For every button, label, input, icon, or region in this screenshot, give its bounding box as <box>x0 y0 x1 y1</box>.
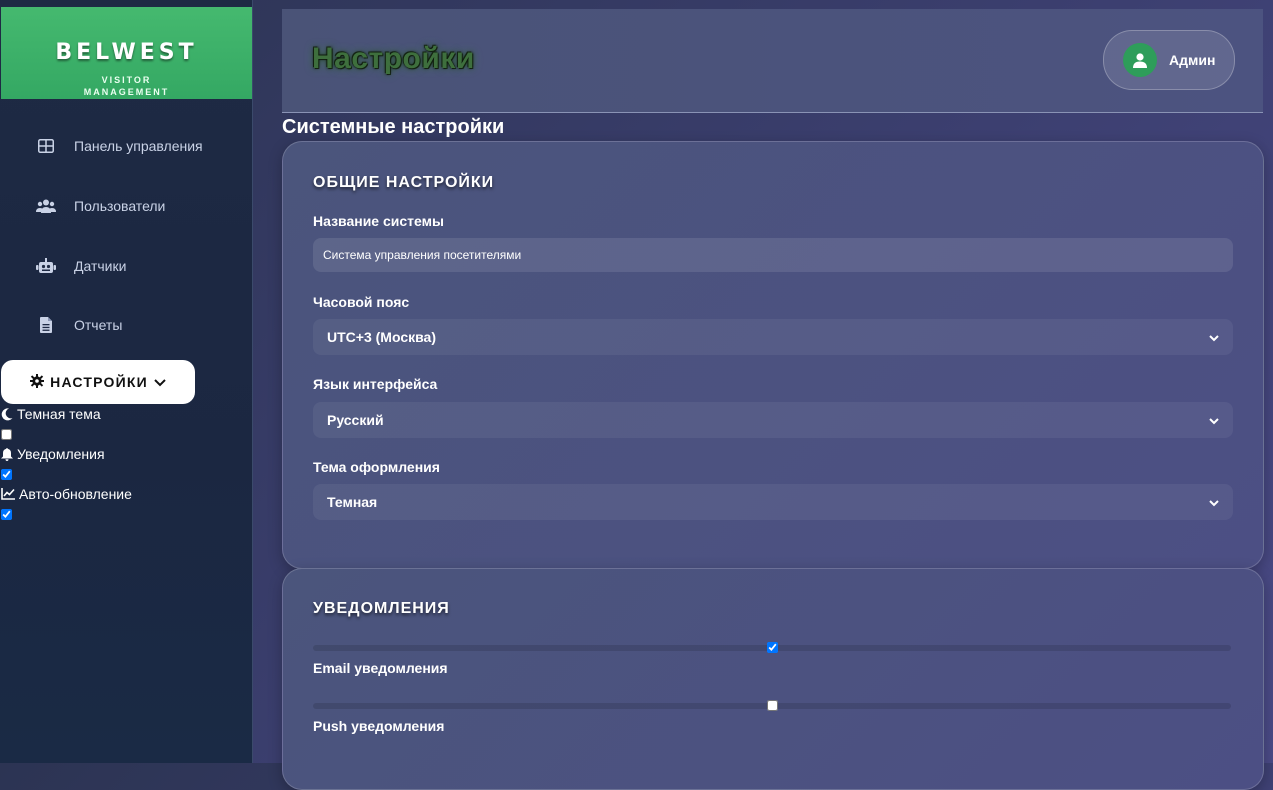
settings-label: НАСТРОЙКИ <box>50 374 148 390</box>
option-label: Авто-обновление <box>19 486 132 502</box>
timezone-value: UTC+3 (Москва) <box>327 329 436 345</box>
chevron-down-icon <box>154 374 166 390</box>
sidebar-item-label: Датчики <box>74 258 127 274</box>
brand-subtitle-1: VISITOR <box>101 75 152 85</box>
auto-refresh-checkbox[interactable] <box>1 509 12 520</box>
bell-icon <box>1 447 13 461</box>
chevron-down-icon <box>1209 329 1219 345</box>
option-dark-theme: Темная тема <box>1 406 101 422</box>
chart-line-icon <box>1 488 15 500</box>
sidebar-item-label: Отчеты <box>74 317 123 333</box>
user-menu[interactable]: Админ <box>1103 30 1235 90</box>
notifications-card: УВЕДОМЛЕНИЯ Email уведомления Push уведо… <box>282 568 1264 790</box>
gear-icon <box>30 373 45 391</box>
theme-select[interactable]: Темная <box>313 484 1233 520</box>
user-icon <box>1133 52 1147 68</box>
timezone-select[interactable]: UTC+3 (Москва) <box>313 319 1233 355</box>
option-notifications: Уведомления <box>1 446 105 462</box>
brand-title: BELWEST <box>55 40 198 65</box>
brand-logo[interactable]: BELWEST VISITOR MANAGEMENT <box>1 7 252 99</box>
theme-value: Темная <box>327 494 378 510</box>
brand-subtitle-2: MANAGEMENT <box>83 87 170 97</box>
card-title: УВЕДОМЛЕНИЯ <box>313 600 450 617</box>
option-label: Уведомления <box>17 446 105 462</box>
sidebar-item-users[interactable]: Пользователи <box>36 194 165 218</box>
page-title: Настройки <box>312 42 475 75</box>
page-header: Настройки Админ <box>282 9 1263 113</box>
language-value: Русский <box>327 412 384 428</box>
general-settings-card: ОБЩИЕ НАСТРОЙКИ Название системы Часовой… <box>282 141 1264 569</box>
timezone-label: Часовой пояс <box>313 294 410 310</box>
sidebar-item-sensors[interactable]: Датчики <box>36 254 126 278</box>
document-icon <box>36 317 56 333</box>
language-label: Язык интерфейса <box>313 376 438 392</box>
option-label: Темная тема <box>17 406 101 422</box>
email-notifications-checkbox[interactable] <box>767 642 778 653</box>
system-name-input[interactable] <box>313 238 1233 272</box>
settings-dropdown-button[interactable]: НАСТРОЙКИ <box>1 360 195 404</box>
chevron-down-icon <box>1209 412 1219 428</box>
theme-label: Тема оформления <box>313 459 440 475</box>
robot-icon <box>36 258 56 274</box>
avatar <box>1123 43 1157 77</box>
notifications-checkbox[interactable] <box>1 469 12 480</box>
system-name-label: Название системы <box>313 213 444 229</box>
email-notifications-label: Email уведомления <box>313 660 448 676</box>
language-select[interactable]: Русский <box>313 402 1233 438</box>
card-title: ОБЩИЕ НАСТРОЙКИ <box>313 174 495 191</box>
user-name: Админ <box>1169 52 1216 68</box>
push-notifications-checkbox[interactable] <box>767 700 778 711</box>
push-notifications-label: Push уведомления <box>313 718 445 734</box>
sidebar-item-dashboard[interactable]: Панель управления <box>36 134 203 158</box>
sidebar-item-reports[interactable]: Отчеты <box>36 313 122 337</box>
chevron-down-icon <box>1209 494 1219 510</box>
sidebar-item-label: Панель управления <box>74 138 203 154</box>
option-auto-refresh: Авто-обновление <box>1 486 132 502</box>
users-icon <box>36 198 56 214</box>
moon-icon <box>1 407 13 421</box>
dark-theme-checkbox[interactable] <box>1 429 12 440</box>
section-heading: Системные настройки <box>282 116 505 138</box>
sidebar-item-label: Пользователи <box>74 198 166 214</box>
dashboard-icon <box>36 138 56 154</box>
